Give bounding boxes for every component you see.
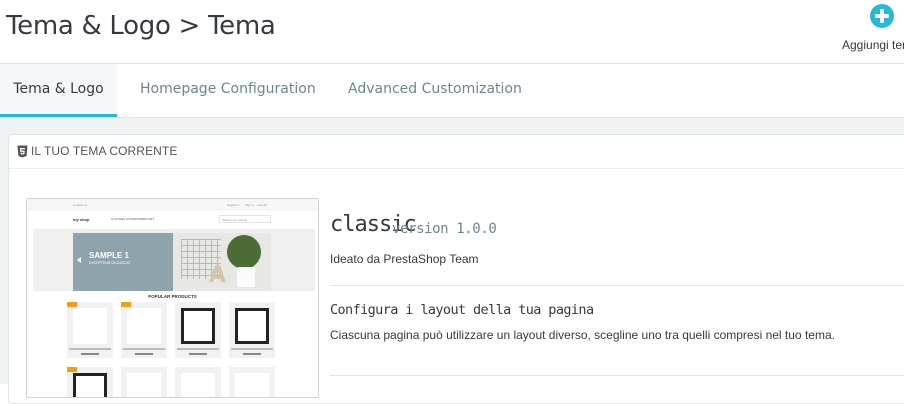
preview-slider-arrow <box>77 257 81 263</box>
preview-product-image <box>181 308 215 344</box>
preview-nav-items: CLOTHES ACCESSORIES ART <box>111 217 155 221</box>
preview-search: Search our catalog <box>219 215 271 223</box>
preview-cart: Cart (0) <box>257 203 268 207</box>
divider <box>330 375 904 376</box>
add-theme-label: Aggiungi tema <box>842 38 904 52</box>
layout-section-description: Ciascuna pagina può utilizzare un layout… <box>330 328 835 342</box>
preview-badge <box>67 302 77 307</box>
preview-letter-decor: A <box>209 263 227 288</box>
plus-circle-icon <box>870 4 894 28</box>
preview-product-price <box>189 353 207 355</box>
theme-preview-image: Contact us English ▾ Sign in Cart (0) my… <box>26 198 319 398</box>
preview-product-image <box>73 308 107 344</box>
preview-nav: my shop CLOTHES ACCESSORIES ART <box>27 211 318 227</box>
preview-product-name <box>69 348 111 350</box>
page-title: Tema & Logo > Tema <box>6 11 276 41</box>
preview-product-card <box>229 302 275 358</box>
preview-slider: A SAMPLE 1 EXCEPTEUR OCCAECAT <box>73 233 271 291</box>
preview-slide-photo: A <box>173 233 271 291</box>
panel-heading: IL TUO TEMA CORRENTE <box>9 135 904 169</box>
panel-title: IL TUO TEMA CORRENTE <box>31 144 178 158</box>
preview-signin: Sign in <box>245 203 255 207</box>
divider <box>330 285 904 286</box>
preview-product-image <box>73 373 107 397</box>
preview-contact: Contact us <box>73 203 88 207</box>
preview-product-image <box>127 373 161 397</box>
preview-product-row <box>67 367 279 397</box>
preview-slide-title: SAMPLE 1 <box>89 251 130 260</box>
preview-product-name <box>123 348 165 350</box>
preview-product-card <box>175 367 221 397</box>
preview-product-image <box>181 373 215 397</box>
preview-pot <box>237 267 255 287</box>
preview-product-card <box>67 367 113 397</box>
preview-product-card <box>175 302 221 358</box>
preview-plant <box>227 235 261 269</box>
preview-product-card <box>229 367 275 397</box>
preview-search-placeholder: Search our catalog <box>222 218 248 222</box>
preview-slide-subtitle: EXCEPTEUR OCCAECAT <box>89 261 131 265</box>
preview-lang: English ▾ <box>227 203 240 207</box>
preview-product-price <box>135 353 153 355</box>
preview-product-row <box>67 302 279 362</box>
preview-logo: my shop <box>73 217 90 222</box>
add-theme-button[interactable]: Aggiungi tema <box>836 0 904 63</box>
tab-bar: Tema & Logo Homepage Configuration Advan… <box>0 64 904 118</box>
preview-product-image <box>127 308 161 344</box>
theme-author: Ideato da PrestaShop Team <box>330 252 479 266</box>
tab-homepage-configuration[interactable]: Homepage Configuration <box>140 64 316 117</box>
preview-badge <box>67 367 77 372</box>
tab-advanced-customization[interactable]: Advanced Customization <box>348 64 522 117</box>
preview-product-name <box>231 348 273 350</box>
preview-badge <box>121 302 131 307</box>
preview-product-price <box>81 353 99 355</box>
preview-product-image <box>235 373 269 397</box>
preview-topbar <box>27 199 318 211</box>
preview-popular-heading: POPULAR PRODUCTS <box>148 294 197 299</box>
preview-product-name <box>177 348 219 350</box>
layout-section-title[interactable]: Configura i layout della tua pagina <box>330 302 594 318</box>
preview-product-card <box>67 302 113 358</box>
preview-product-image <box>235 308 269 344</box>
tab-theme-logo[interactable]: Tema & Logo <box>0 64 117 117</box>
preview-product-card <box>121 367 167 397</box>
preview-product-price <box>243 353 261 355</box>
preview-product-card <box>121 302 167 358</box>
page-header: Tema & Logo > Tema Aggiungi tema <box>0 0 904 64</box>
theme-version: version 1.0.0 <box>392 221 497 237</box>
html5-icon <box>17 145 28 158</box>
